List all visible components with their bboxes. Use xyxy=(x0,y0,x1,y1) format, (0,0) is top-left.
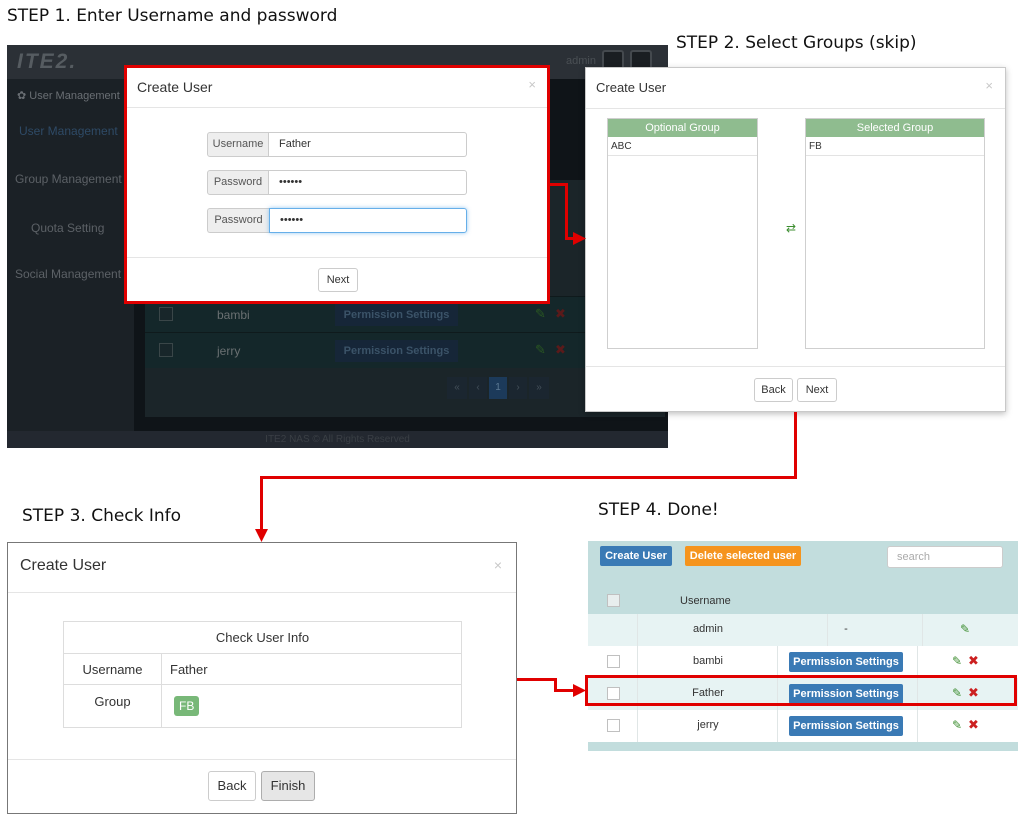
modal-title: Create User xyxy=(20,557,107,574)
row-username: jerry xyxy=(697,719,719,731)
divider xyxy=(8,592,516,593)
close-icon[interactable]: × xyxy=(494,557,502,573)
highlight-frame xyxy=(124,65,550,304)
row-username: bambi xyxy=(217,308,250,322)
sidebar-item-group-management[interactable]: Group Management xyxy=(15,172,142,186)
connector-line xyxy=(517,678,556,681)
pencil-icon[interactable]: ✎ xyxy=(535,306,546,322)
pencil-icon[interactable]: ✎ xyxy=(952,654,962,668)
row-username: bambi xyxy=(693,655,723,667)
selected-group-header: Selected Group xyxy=(806,119,984,137)
create-user-modal-step2: Create User × Optional Group ABC ⇄ Selec… xyxy=(585,67,1006,412)
app-logo: ITE2. xyxy=(17,50,78,73)
permission-settings-button[interactable]: Permission Settings xyxy=(335,340,458,362)
table-row: jerry Permission Settings ✎ ✖ xyxy=(588,710,1018,742)
table-header-row: Username xyxy=(588,585,1018,617)
divider xyxy=(8,759,516,760)
finish-button[interactable]: Finish xyxy=(261,771,315,801)
new-user-highlight-frame xyxy=(585,675,1017,706)
step2-title: STEP 2. Select Groups (skip) xyxy=(676,33,917,53)
pager-page[interactable]: 1 xyxy=(489,377,507,399)
permission-settings-button[interactable]: Permission Settings xyxy=(789,652,903,672)
close-icon[interactable]: × xyxy=(985,78,993,93)
app-footer: ITE2 NAS © All Rights Reserved xyxy=(7,431,668,448)
table-row: admin - ✎ xyxy=(588,614,1018,646)
group-badge: FB xyxy=(174,696,200,716)
pager-first[interactable]: « xyxy=(447,377,467,399)
user-info-table: Check User Info Username Father Group FB xyxy=(63,621,462,728)
sidebar-item-social-management[interactable]: Social Management xyxy=(15,267,142,281)
row-username: jerry xyxy=(217,344,241,358)
connector-line xyxy=(565,183,568,239)
sidebar: ✿ User Management User Management Group … xyxy=(7,79,134,431)
connector-line xyxy=(260,476,263,532)
swap-icon[interactable]: ⇄ xyxy=(786,221,796,235)
header-username: Username xyxy=(680,595,731,607)
arrow-right-icon xyxy=(573,684,586,697)
info-group-label: Group xyxy=(63,684,162,728)
pager-prev[interactable]: ‹ xyxy=(469,377,487,399)
delete-icon[interactable]: ✖ xyxy=(968,717,979,733)
arrow-right-icon xyxy=(573,232,586,245)
delete-icon[interactable]: ✖ xyxy=(555,342,566,358)
back-button[interactable]: Back xyxy=(754,378,793,402)
delete-icon[interactable]: ✖ xyxy=(968,653,979,669)
modal-title: Create User xyxy=(596,80,667,95)
pencil-icon[interactable]: ✎ xyxy=(535,342,546,358)
info-table-title: Check User Info xyxy=(63,621,462,654)
gear-icon: ✿ xyxy=(17,90,27,102)
row-checkbox[interactable] xyxy=(607,719,620,732)
step4-title: STEP 4. Done! xyxy=(598,500,719,520)
optional-group-list: Optional Group ABC xyxy=(607,118,758,349)
search-input[interactable]: search xyxy=(887,546,1003,568)
pencil-icon[interactable]: ✎ xyxy=(952,718,962,732)
select-all-checkbox[interactable] xyxy=(607,594,620,607)
arrow-down-icon xyxy=(255,529,268,542)
next-button[interactable]: Next xyxy=(797,378,837,402)
connector-line xyxy=(260,476,797,479)
create-user-button[interactable]: Create User xyxy=(600,546,672,566)
permission-settings-button[interactable]: Permission Settings xyxy=(335,304,458,326)
connector-line xyxy=(548,183,566,186)
info-username-value: Father xyxy=(161,653,462,685)
row-checkbox[interactable] xyxy=(607,655,620,668)
pager-next[interactable]: › xyxy=(509,377,527,399)
delete-icon[interactable]: ✖ xyxy=(555,306,566,322)
row-checkbox[interactable] xyxy=(159,307,173,321)
user-list-panel: Create User Delete selected user search … xyxy=(588,541,1018,751)
row-checkbox[interactable] xyxy=(159,343,173,357)
table-row: bambi Permission Settings ✎ ✖ xyxy=(588,646,1018,678)
connector-line xyxy=(554,689,575,692)
info-username-label: Username xyxy=(63,653,162,685)
optional-group-header: Optional Group xyxy=(608,119,757,137)
divider xyxy=(586,366,1005,367)
divider xyxy=(586,108,1005,109)
create-user-modal-step3: Create User × Check User Info Username F… xyxy=(7,542,517,814)
group-selected-item[interactable]: FB xyxy=(806,137,984,156)
step3-title: STEP 3. Check Info xyxy=(22,506,182,526)
group-option-item[interactable]: ABC xyxy=(608,137,757,156)
connector-line xyxy=(794,412,797,478)
permission-settings-button[interactable]: Permission Settings xyxy=(789,716,903,736)
step1-title: STEP 1. Enter Username and password xyxy=(7,6,338,26)
header-username[interactable]: admin xyxy=(566,55,596,67)
back-button[interactable]: Back xyxy=(208,771,256,801)
selected-group-list: Selected Group FB xyxy=(805,118,985,349)
pager-last[interactable]: » xyxy=(529,377,549,399)
delete-selected-user-button[interactable]: Delete selected user xyxy=(685,546,801,566)
row-username: admin xyxy=(693,623,723,635)
row-permission-none: - xyxy=(844,623,848,635)
pencil-icon[interactable]: ✎ xyxy=(960,622,970,636)
